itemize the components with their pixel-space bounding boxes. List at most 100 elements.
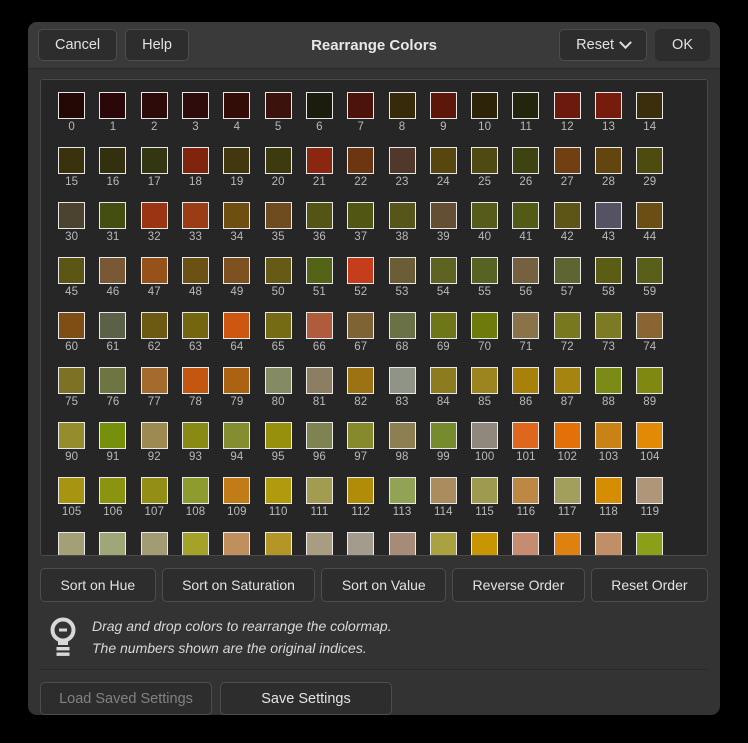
color-swatch-cell[interactable]: 35 [257,202,298,257]
color-swatch-cell[interactable]: 61 [92,312,133,367]
color-swatch-cell[interactable]: 125 [257,532,298,556]
color-swatch-cell[interactable]: 91 [92,422,133,477]
color-swatch-cell[interactable]: 74 [629,312,670,367]
color-swatch-cell[interactable]: 52 [340,257,381,312]
color-swatch-cell[interactable]: 131 [505,532,546,556]
color-swatch[interactable] [141,257,168,284]
color-swatch[interactable] [99,202,126,229]
color-swatch-cell[interactable]: 96 [299,422,340,477]
color-swatch-cell[interactable]: 45 [51,257,92,312]
sort-on-saturation-button[interactable]: Sort on Saturation [162,568,316,602]
color-swatch-cell[interactable]: 113 [381,477,422,532]
color-swatch[interactable] [58,532,85,556]
color-swatch-cell[interactable]: 67 [340,312,381,367]
color-swatch-cell[interactable]: 98 [381,422,422,477]
color-swatch-cell[interactable]: 63 [175,312,216,367]
color-swatch[interactable] [99,312,126,339]
color-swatch-cell[interactable]: 77 [134,367,175,422]
color-swatch[interactable] [347,202,374,229]
sort-on-value-button[interactable]: Sort on Value [321,568,446,602]
color-swatch[interactable] [58,477,85,504]
color-swatch[interactable] [306,532,333,556]
color-swatch-cell[interactable]: 126 [299,532,340,556]
color-swatch[interactable] [554,422,581,449]
color-swatch-cell[interactable]: 78 [175,367,216,422]
reverse-order-button[interactable]: Reverse Order [452,568,585,602]
color-swatch-cell[interactable]: 25 [464,147,505,202]
color-swatch[interactable] [347,312,374,339]
color-swatch-cell[interactable]: 5 [257,92,298,147]
color-swatch[interactable] [595,257,622,284]
color-swatch-cell[interactable]: 20 [257,147,298,202]
colormap-scroll-panel[interactable]: 0123456789101112131415161718192021222324… [40,79,708,556]
color-swatch[interactable] [182,367,209,394]
color-swatch[interactable] [223,422,250,449]
color-swatch[interactable] [389,147,416,174]
color-swatch[interactable] [223,92,250,119]
color-swatch-cell[interactable]: 59 [629,257,670,312]
color-swatch-cell[interactable]: 28 [588,147,629,202]
color-swatch[interactable] [512,477,539,504]
color-swatch-cell[interactable]: 43 [588,202,629,257]
color-swatch-cell[interactable]: 116 [505,477,546,532]
color-swatch-cell[interactable]: 86 [505,367,546,422]
color-swatch-cell[interactable]: 71 [505,312,546,367]
color-swatch[interactable] [141,477,168,504]
color-swatch[interactable] [182,147,209,174]
color-swatch-cell[interactable]: 30 [51,202,92,257]
color-swatch[interactable] [223,532,250,556]
color-swatch-cell[interactable]: 108 [175,477,216,532]
color-swatch[interactable] [58,422,85,449]
color-swatch[interactable] [182,202,209,229]
color-swatch[interactable] [430,202,457,229]
color-swatch[interactable] [636,422,663,449]
color-swatch[interactable] [595,312,622,339]
color-swatch-cell[interactable]: 90 [51,422,92,477]
color-swatch[interactable] [141,422,168,449]
color-swatch-cell[interactable]: 18 [175,147,216,202]
color-swatch[interactable] [512,257,539,284]
color-swatch[interactable] [471,147,498,174]
color-swatch[interactable] [512,92,539,119]
color-swatch-cell[interactable]: 99 [423,422,464,477]
color-swatch-cell[interactable]: 54 [423,257,464,312]
color-swatch[interactable] [512,532,539,556]
color-swatch-cell[interactable]: 64 [216,312,257,367]
color-swatch[interactable] [265,147,292,174]
color-swatch[interactable] [306,257,333,284]
color-swatch[interactable] [182,312,209,339]
color-swatch-cell[interactable]: 118 [588,477,629,532]
color-swatch-cell[interactable]: 115 [464,477,505,532]
color-swatch[interactable] [58,312,85,339]
color-swatch-cell[interactable]: 85 [464,367,505,422]
color-swatch[interactable] [554,477,581,504]
color-swatch[interactable] [595,202,622,229]
color-swatch[interactable] [347,477,374,504]
color-swatch-cell[interactable]: 84 [423,367,464,422]
color-swatch[interactable] [99,257,126,284]
color-swatch-cell[interactable]: 2 [134,92,175,147]
color-swatch-cell[interactable]: 72 [547,312,588,367]
color-swatch[interactable] [182,532,209,556]
color-swatch-cell[interactable]: 34 [216,202,257,257]
color-swatch[interactable] [99,367,126,394]
color-swatch[interactable] [595,92,622,119]
color-swatch-cell[interactable]: 50 [257,257,298,312]
color-swatch[interactable] [512,147,539,174]
color-swatch[interactable] [265,477,292,504]
color-swatch[interactable] [347,532,374,556]
color-swatch[interactable] [471,92,498,119]
load-saved-settings-button[interactable]: Load Saved Settings [40,682,212,715]
color-swatch-cell[interactable]: 14 [629,92,670,147]
color-swatch[interactable] [636,367,663,394]
color-swatch[interactable] [306,367,333,394]
color-swatch-cell[interactable]: 65 [257,312,298,367]
color-swatch-cell[interactable]: 40 [464,202,505,257]
color-swatch[interactable] [636,532,663,556]
color-swatch[interactable] [636,477,663,504]
color-swatch[interactable] [430,257,457,284]
color-swatch[interactable] [389,477,416,504]
color-swatch-cell[interactable]: 102 [547,422,588,477]
color-swatch[interactable] [265,312,292,339]
color-swatch-cell[interactable]: 48 [175,257,216,312]
